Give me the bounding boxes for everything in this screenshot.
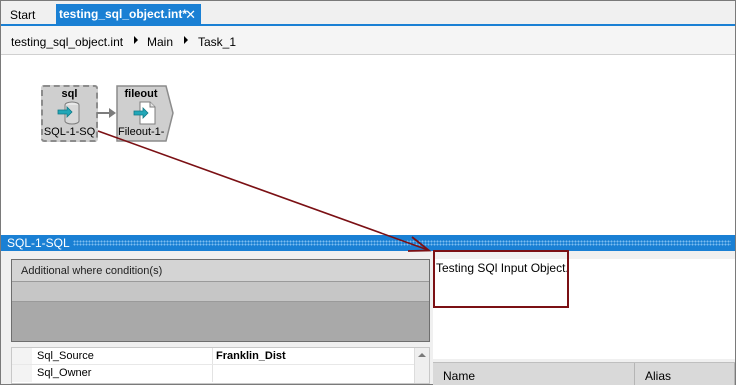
fileout-node[interactable]: fileout Fileout-1-	[116, 85, 174, 142]
property-row-sql-source[interactable]: Sql_Source Franklin_Dist	[12, 348, 415, 365]
column-divider	[212, 365, 213, 382]
property-name: Sql_Owner	[37, 367, 92, 379]
scroll-up-icon[interactable]	[418, 353, 426, 357]
where-condition-header: Additional where condition(s)	[12, 260, 429, 282]
fileout-node-label: Fileout-1-	[118, 126, 165, 138]
sql-node-label: SQL-1-SQ	[43, 126, 96, 138]
chevron-right-icon	[134, 36, 138, 44]
file-icon	[133, 101, 156, 125]
sql-node-title: sql	[61, 88, 78, 100]
property-value[interactable]: Franklin_Dist	[216, 350, 286, 362]
properties-title: SQL-1-SQL	[7, 236, 70, 250]
row-gutter	[12, 348, 32, 365]
workflow-canvas[interactable]: sql SQL-1-SQ fileout Fileout-1-	[1, 55, 735, 235]
breadcrumb-item-task[interactable]: Task_1	[198, 35, 236, 49]
column-header-alias[interactable]: Alias	[635, 363, 735, 385]
tab-label: testing_sql_object.int*	[59, 7, 188, 21]
property-grid: Sql_Source Franklin_Dist Sql_Owner	[11, 347, 430, 384]
row-gutter	[12, 365, 32, 382]
column-header-name-label: Name	[443, 369, 476, 383]
where-condition-row[interactable]	[12, 282, 429, 302]
header-grip	[73, 240, 731, 246]
property-row-sql-owner[interactable]: Sql_Owner	[12, 365, 415, 382]
tab-strip: Start testing_sql_object.int* ✕	[1, 1, 735, 25]
sql-node[interactable]: sql SQL-1-SQ	[41, 85, 98, 142]
property-name: Sql_Source	[37, 350, 94, 362]
database-icon	[57, 101, 80, 125]
property-grid-scrollbar[interactable]	[414, 348, 429, 383]
column-header-alias-label: Alias	[645, 369, 672, 383]
properties-header: SQL-1-SQL	[1, 235, 735, 251]
where-condition-panel: Additional where condition(s)	[11, 259, 430, 342]
breadcrumb-item-file[interactable]: testing_sql_object.int	[11, 35, 123, 49]
columns-table: Name Alias	[433, 362, 735, 385]
column-header-name[interactable]: Name	[433, 363, 635, 385]
tab-start[interactable]: Start	[10, 6, 35, 25]
where-condition-label: Additional where condition(s)	[21, 265, 163, 277]
column-divider	[212, 348, 213, 365]
annotation-highlight-box	[433, 250, 569, 308]
chevron-right-icon	[184, 36, 188, 44]
close-icon[interactable]: ✕	[185, 4, 196, 25]
tab-testing-sql-object[interactable]: testing_sql_object.int* ✕	[56, 4, 201, 25]
fileout-node-title: fileout	[124, 88, 158, 100]
breadcrumb-item-main[interactable]: Main	[147, 35, 173, 49]
breadcrumb: testing_sql_object.int Main Task_1	[1, 26, 735, 55]
connector-arrow	[97, 108, 116, 118]
